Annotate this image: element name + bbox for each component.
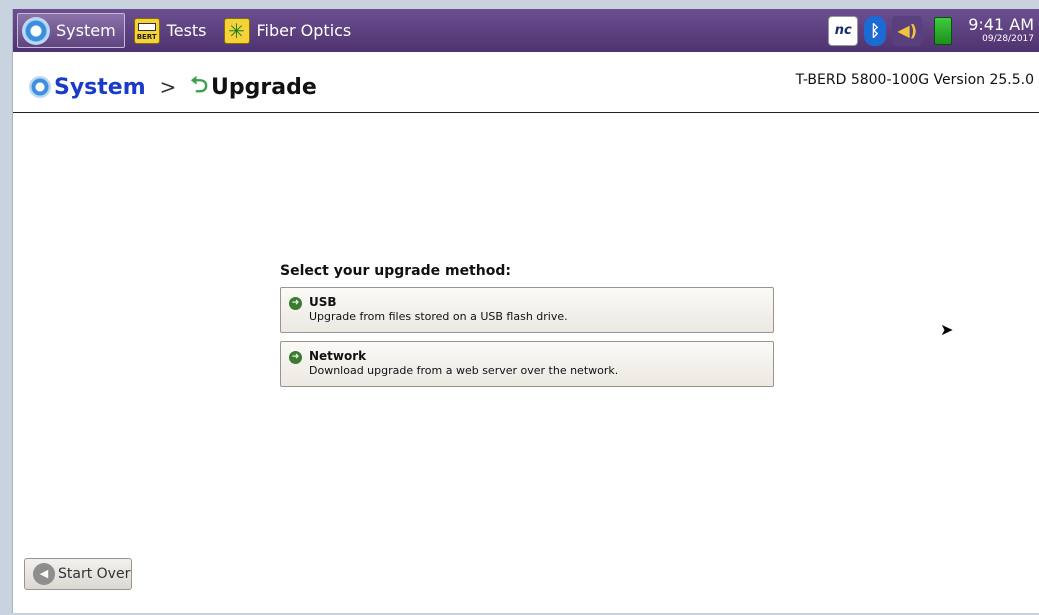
network-description: Download upgrade from a web server over …	[309, 364, 619, 377]
breadcrumb-separator: >	[159, 75, 177, 99]
tab-tests-label: Tests	[166, 21, 207, 40]
go-arrow-icon: ➜	[289, 351, 302, 364]
usb-description: Upgrade from files stored on a USB flash…	[309, 310, 568, 323]
breadcrumb: System > ⮌ Upgrade	[29, 68, 317, 106]
app-window: System BERT Tests ✳ Fiber Optics nc ᛒ ◀)…	[12, 9, 1039, 613]
bluetooth-icon[interactable]: ᛒ	[864, 15, 887, 46]
tab-system[interactable]: System	[17, 13, 125, 48]
mouse-cursor-icon: ➤	[940, 320, 954, 339]
network-title: Network	[309, 349, 367, 363]
back-icon: ◀	[33, 563, 55, 585]
version-label: T-BERD 5800-100G Version 25.5.0	[795, 72, 1034, 88]
bert-icon: BERT	[133, 17, 161, 45]
start-over-button[interactable]: ◀ Start Over	[24, 558, 132, 590]
bert-icon-text: BERT	[136, 32, 157, 41]
network-connect-icon[interactable]: nc	[828, 15, 859, 46]
usb-title: USB	[309, 295, 337, 309]
tab-system-label: System	[56, 21, 116, 40]
upgrade-prompt: Select your upgrade method:	[280, 263, 511, 279]
tab-fiber-optics-label: Fiber Optics	[256, 21, 352, 40]
upgrade-arrow-icon: ⮌	[190, 73, 209, 98]
network-upgrade-button[interactable]: ➜ Network Download upgrade from a web se…	[280, 341, 774, 387]
usb-upgrade-button[interactable]: ➜ USB Upgrade from files stored on a USB…	[280, 287, 774, 333]
clock-time: 9:41 AM	[968, 15, 1034, 34]
system-tray: nc ᛒ ◀) 9:41 AM 09/28/2017	[822, 13, 1034, 48]
tab-tests[interactable]: BERT Tests	[129, 13, 215, 48]
go-arrow-icon: ➜	[289, 297, 302, 310]
gear-icon	[29, 76, 51, 98]
clock[interactable]: 9:41 AM 09/28/2017	[968, 17, 1034, 44]
page-title: Upgrade	[211, 74, 317, 100]
gear-icon	[22, 16, 50, 45]
clock-date: 09/28/2017	[982, 34, 1034, 44]
tab-fiber-optics[interactable]: ✳ Fiber Optics	[219, 13, 360, 48]
start-over-label: Start Over	[58, 566, 131, 582]
breadcrumb-system[interactable]: System	[54, 75, 146, 100]
volume-icon[interactable]: ◀)	[892, 15, 923, 46]
breadcrumb-bar: System > ⮌ Upgrade T-BERD 5800-100G Vers…	[13, 52, 1039, 113]
battery-icon[interactable]	[928, 16, 958, 46]
fiber-icon: ✳	[223, 17, 251, 45]
taskbar: System BERT Tests ✳ Fiber Optics nc ᛒ ◀)…	[13, 9, 1039, 52]
